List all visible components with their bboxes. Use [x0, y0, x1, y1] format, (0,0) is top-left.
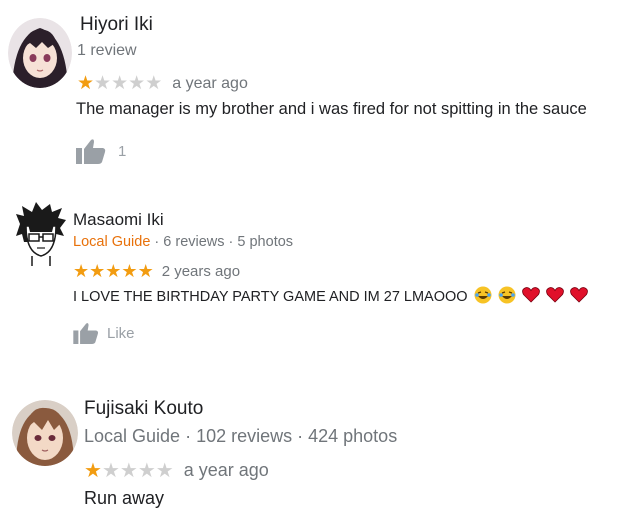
reviewer-name[interactable]: Fujisaki Kouto — [84, 398, 203, 420]
star-rating: ★ ★ ★ ★ ★ — [84, 458, 174, 483]
rating-row: ★ ★ ★ ★ ★ a year ago — [84, 458, 269, 483]
review-date: a year ago — [183, 460, 269, 480]
star-rating: ★ ★ ★ ★ ★ — [73, 261, 154, 282]
reviewer-meta: 1 review — [77, 42, 137, 59]
local-guide-badge[interactable]: Local Guide — [73, 234, 150, 250]
review-card: Fujisaki Kouto Local Guide · 102 reviews… — [0, 380, 640, 528]
star-empty-icon: ★ — [145, 73, 163, 94]
star-empty-icon: ★ — [155, 460, 174, 482]
local-guide-badge[interactable]: Local Guide — [84, 426, 180, 446]
like-button[interactable]: Like — [73, 322, 135, 344]
reviewer-name[interactable]: Masaomi Iki — [73, 210, 164, 230]
star-empty-icon: ★ — [101, 460, 120, 482]
rating-row: ★ ★ ★ ★ ★ 2 years ago — [73, 261, 240, 282]
review-date: a year ago — [172, 74, 248, 92]
review-text: The manager is my brother and i was fire… — [76, 100, 587, 118]
review-card: Hiyori Iki 1 review ★ ★ ★ ★ ★ a year ago The… — [0, 0, 640, 180]
laughing-emoji-icon — [474, 286, 492, 308]
thumbs-up-icon — [76, 138, 106, 164]
star-empty-icon: ★ — [111, 73, 129, 94]
heart-emoji-icon — [569, 287, 588, 307]
avatar[interactable] — [14, 202, 68, 266]
thumbs-up-icon — [73, 322, 99, 344]
avatar[interactable] — [12, 400, 78, 466]
heart-emoji-icon — [545, 287, 564, 307]
star-filled-icon: ★ — [105, 261, 122, 281]
star-empty-icon: ★ — [94, 73, 112, 94]
like-label: Like — [107, 324, 135, 342]
star-empty-icon: ★ — [137, 460, 156, 482]
laughing-emoji-icon — [498, 286, 516, 308]
star-filled-icon: ★ — [84, 460, 102, 482]
review-text: I LOVE THE BIRTHDAY PARTY GAME AND IM 27… — [73, 286, 588, 308]
avatar[interactable] — [8, 18, 72, 88]
heart-emoji-icon — [521, 287, 540, 307]
reviewer-name[interactable]: Hiyori Iki — [80, 14, 153, 36]
review-card: Masaomi Iki Local Guide · 6 reviews · 5 … — [0, 180, 640, 355]
star-filled-icon: ★ — [121, 261, 138, 281]
star-rating: ★ ★ ★ ★ ★ — [77, 72, 162, 95]
star-filled-icon: ★ — [89, 261, 106, 281]
reviewer-meta: Local Guide · 6 reviews · 5 photos — [73, 234, 293, 250]
star-filled-icon: ★ — [73, 261, 90, 281]
rating-row: ★ ★ ★ ★ ★ a year ago — [77, 72, 248, 95]
review-date: 2 years ago — [161, 263, 241, 280]
reviewer-meta: Local Guide · 102 reviews · 424 photos — [84, 426, 397, 447]
star-filled-icon: ★ — [77, 73, 95, 94]
review-text-body: I LOVE THE BIRTHDAY PARTY GAME AND IM 27… — [73, 288, 468, 305]
star-empty-icon: ★ — [119, 460, 138, 482]
like-count: 1 — [118, 142, 127, 160]
star-empty-icon: ★ — [128, 73, 146, 94]
star-filled-icon: ★ — [137, 261, 154, 281]
review-photo-count: · 102 reviews · 424 photos — [180, 426, 398, 446]
like-button[interactable]: 1 — [76, 138, 126, 164]
review-photo-count: · 6 reviews · 5 photos — [150, 234, 294, 250]
review-text: Run away — [84, 488, 165, 508]
